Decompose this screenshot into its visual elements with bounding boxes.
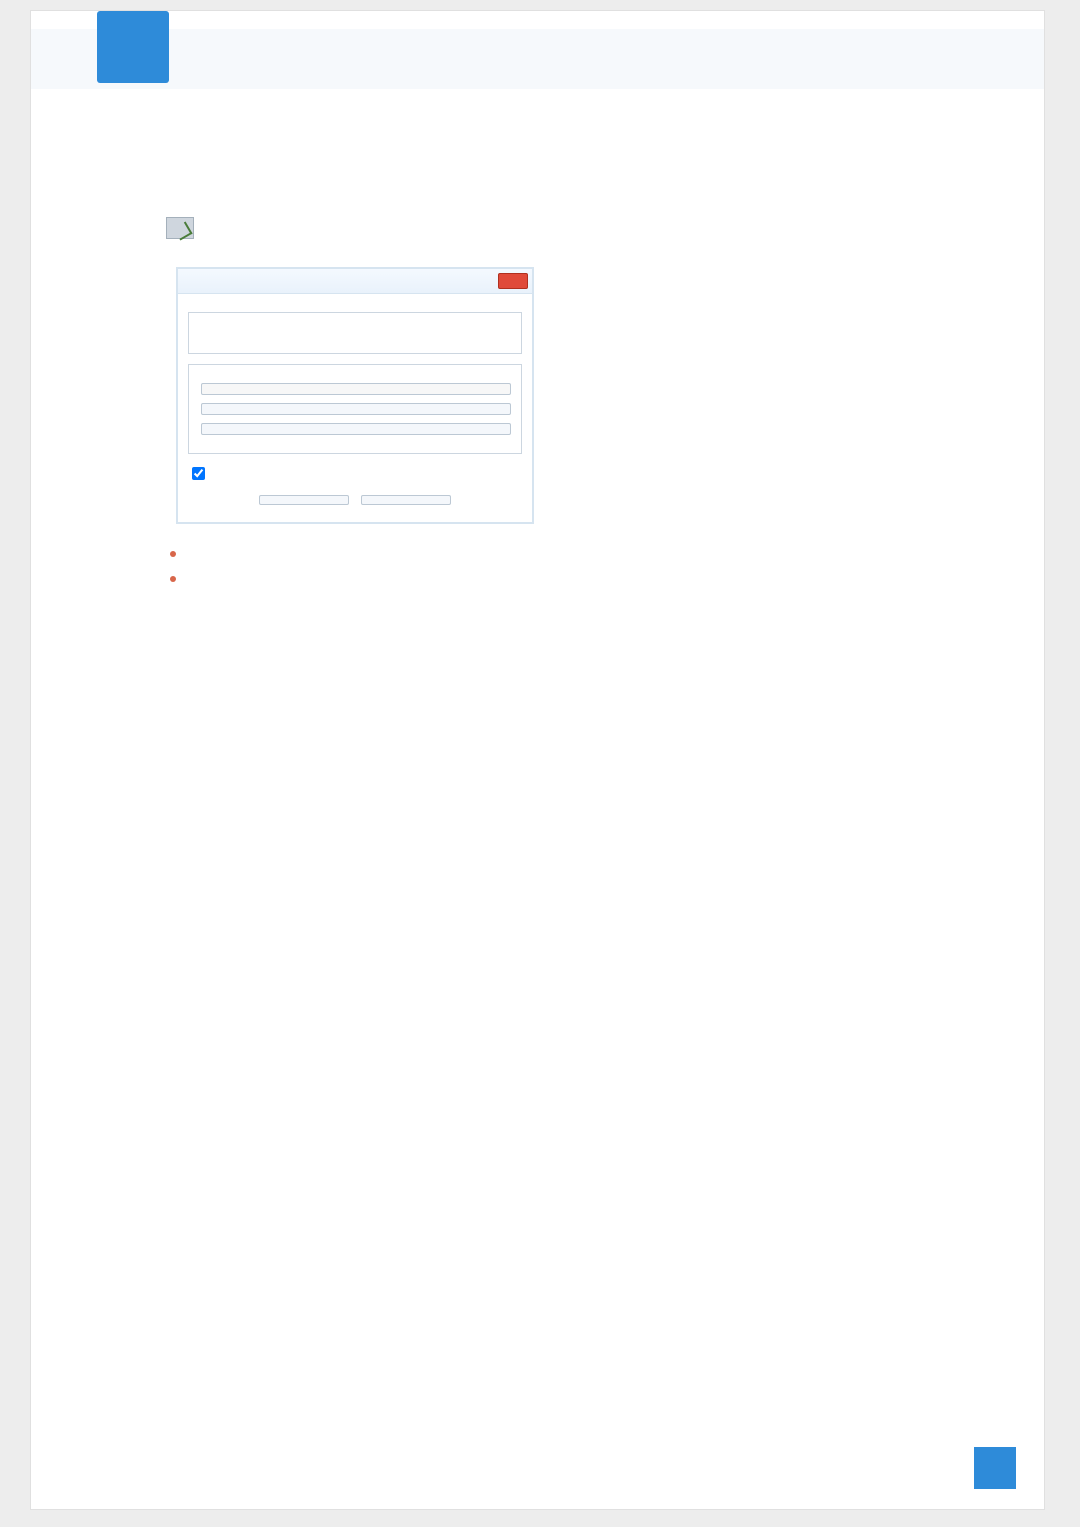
enable-ewf-button[interactable]: [201, 383, 511, 395]
taskbar-icon-checkbox-row: [192, 464, 522, 482]
dialog-titlebar: [178, 269, 532, 294]
list-item-body: [196, 542, 981, 557]
bullet-list: [166, 542, 981, 582]
page-number: [974, 1447, 1016, 1489]
list-item: [166, 567, 981, 582]
ewf-dialog-figure: [176, 267, 534, 524]
close-icon[interactable]: [498, 273, 528, 289]
content-area: [166, 199, 981, 592]
list-item: [166, 542, 981, 557]
note-icon: [166, 217, 194, 239]
bullet-icon: [170, 551, 176, 557]
dialog-body: [178, 294, 532, 522]
ewf-configure-group: [188, 312, 522, 354]
info-note: [166, 217, 981, 239]
ok-button[interactable]: [259, 495, 349, 505]
taskbar-icon-checkbox[interactable]: [192, 467, 205, 480]
page: [30, 10, 1045, 1510]
ewf-dialog: [176, 267, 534, 524]
chapter-number-badge: [97, 11, 169, 83]
cancel-button[interactable]: [361, 495, 451, 505]
disable-ewf-button[interactable]: [201, 403, 511, 415]
commit-button[interactable]: [201, 423, 511, 435]
bullet-icon: [170, 576, 176, 582]
page-footer: [960, 1447, 1016, 1489]
list-item-body: [196, 567, 981, 582]
dialog-button-row: [188, 492, 522, 512]
title-bar-bg: [31, 29, 1044, 89]
command-group: [188, 364, 522, 454]
